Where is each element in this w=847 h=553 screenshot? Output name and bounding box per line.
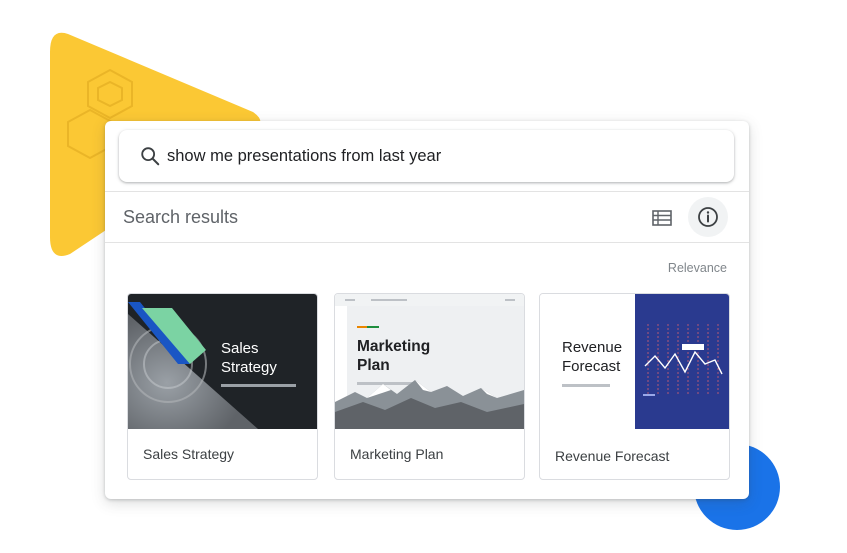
result-tile-marketing-plan[interactable]: Marketing Plan Marketing Plan <box>334 293 525 480</box>
search-icon <box>141 147 160 166</box>
list-view-button[interactable] <box>651 207 673 229</box>
slide-title: Marketing Plan <box>357 338 431 374</box>
result-title: Marketing Plan <box>350 446 444 462</box>
slide-title: Sales Strategy <box>221 340 277 376</box>
search-bar[interactable] <box>119 130 734 182</box>
divider <box>105 191 749 192</box>
info-icon <box>698 207 718 227</box>
list-view-icon <box>652 210 672 226</box>
results-heading: Search results <box>123 207 239 227</box>
slide-title: Revenue Forecast <box>562 339 623 375</box>
info-button[interactable] <box>688 197 728 237</box>
search-panel: Search results Relevance <box>105 121 749 499</box>
result-tile-sales-strategy[interactable]: Sales Strategy Sales Strategy <box>127 293 318 480</box>
sort-by-relevance[interactable]: Relevance <box>668 261 727 275</box>
result-title: Sales Strategy <box>143 446 235 462</box>
result-title: Revenue Forecast <box>555 448 670 464</box>
divider <box>105 242 749 243</box>
result-tile-revenue-forecast[interactable]: Revenue Forecast Revenue Forecast <box>539 293 730 480</box>
search-input[interactable] <box>167 142 707 170</box>
